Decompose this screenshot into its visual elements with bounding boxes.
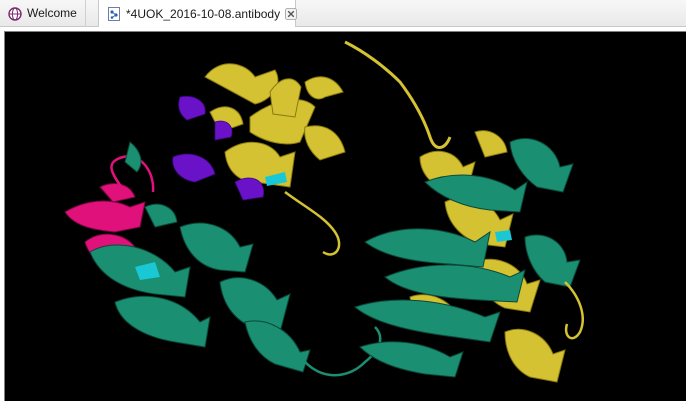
tab-welcome[interactable]: Welcome (0, 0, 86, 27)
antibody-ribbon-structure (64, 40, 584, 383)
molecule-document-icon (107, 7, 121, 21)
right-domain-loop (564, 281, 584, 340)
tab-antibody-document[interactable]: *4UOK_2016-10-08.antibody (98, 0, 298, 28)
heavy-chain-loop (344, 40, 452, 149)
editor-tab-bar: Welcome *4UOK_2016-10-08.antibody (0, 0, 686, 28)
molecule-3d-viewport[interactable] (4, 31, 686, 401)
tab-antibody-label: *4UOK_2016-10-08.antibody (126, 6, 281, 21)
globe-icon (8, 6, 22, 21)
tab-welcome-label: Welcome (27, 6, 77, 20)
application-window: Welcome *4UOK_2016-10-08.antibody (0, 0, 686, 401)
heavy-chain-loop-2 (284, 190, 341, 256)
close-icon[interactable] (285, 8, 298, 20)
